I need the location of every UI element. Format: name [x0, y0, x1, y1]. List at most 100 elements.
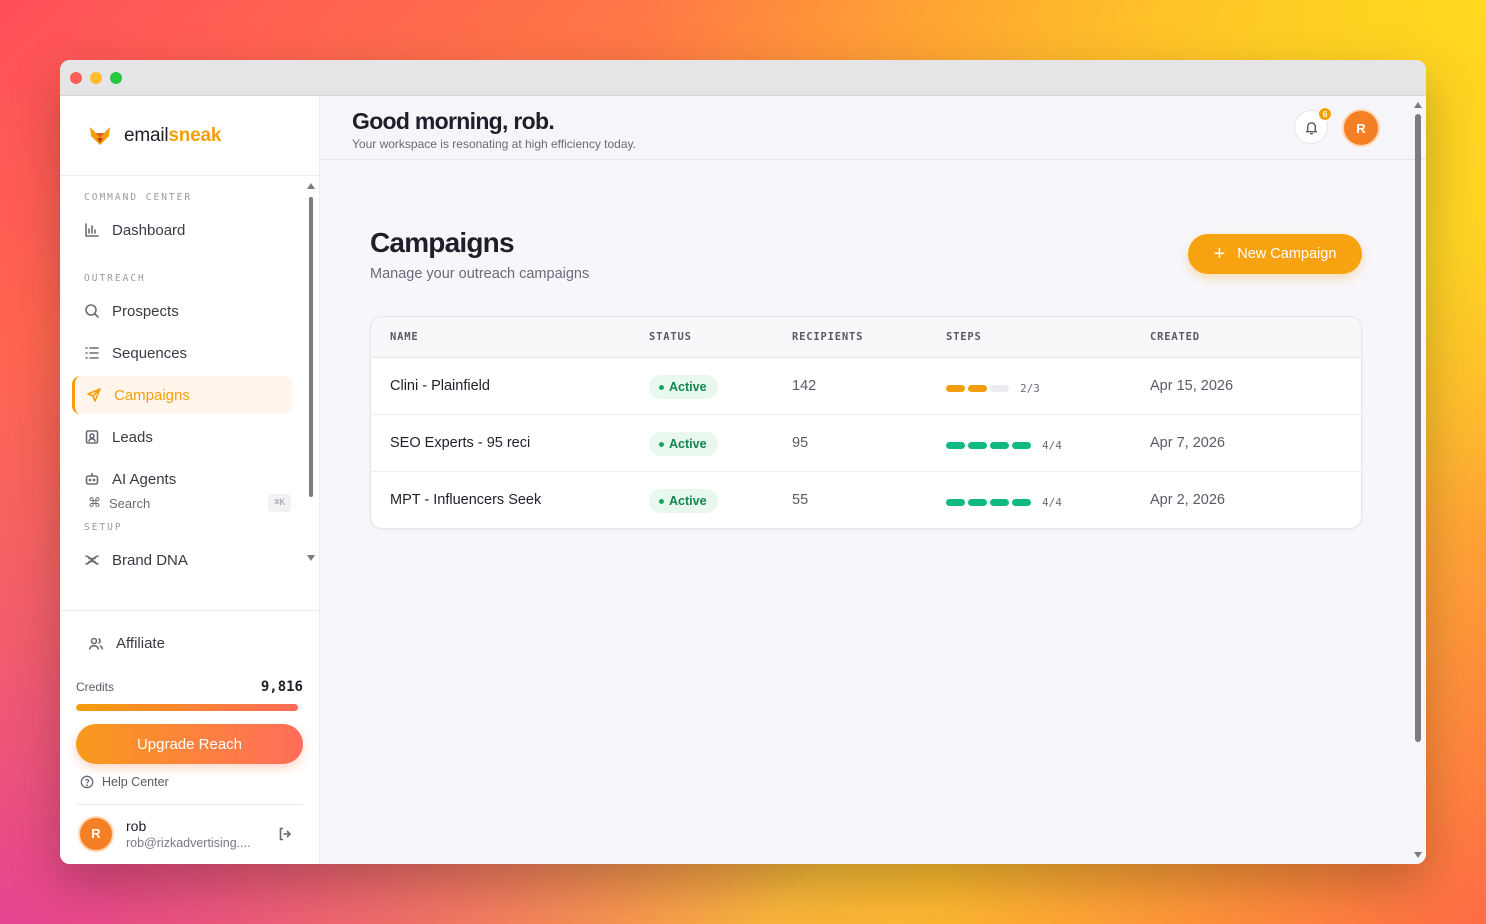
help-circle-icon	[80, 775, 94, 789]
greeting-title: Good morning, rob.	[352, 108, 555, 134]
search-shortcut: ⌘K	[268, 494, 291, 512]
app-window: emailsneak COMMAND CENTER Dashboard OUTR…	[60, 60, 1426, 864]
contact-icon	[85, 430, 99, 444]
status-badge: Active	[649, 432, 718, 456]
table-row[interactable]: MPT - Influencers Seek Active 55 4/4 Apr…	[371, 472, 1361, 528]
close-window-button[interactable]	[70, 71, 82, 84]
sidebar-item-campaigns[interactable]: Campaigns	[72, 376, 292, 414]
notifications-button[interactable]: 6	[1294, 107, 1332, 144]
sidebar-item-label: Brand DNA	[112, 551, 188, 569]
scrollbar-thumb[interactable]	[309, 197, 313, 497]
bot-icon	[85, 472, 99, 485]
step-segment	[968, 499, 987, 506]
brand-name: emailsneak	[124, 124, 222, 146]
campaign-name[interactable]: MPT - Influencers Seek	[390, 492, 541, 508]
credits-row: Credits 9,816	[76, 679, 303, 695]
step-segment	[990, 442, 1009, 449]
bar-chart-icon	[85, 223, 99, 237]
steps-progress: 4/4	[946, 439, 1062, 452]
column-header-status[interactable]: STATUS	[649, 331, 692, 343]
recipients-count: 55	[792, 492, 809, 508]
send-icon	[87, 388, 101, 402]
users-icon	[88, 637, 104, 650]
maximize-window-button[interactable]	[110, 71, 122, 84]
main-content: Good morning, rob. Your workspace is res…	[320, 96, 1426, 864]
section-label-command-center: COMMAND CENTER	[84, 192, 193, 203]
steps-label: 4/4	[1042, 439, 1062, 452]
notification-badge: 6	[1318, 107, 1332, 121]
avatar[interactable]: R	[1342, 109, 1380, 147]
new-campaign-label: New Campaign	[1237, 246, 1337, 262]
table-row[interactable]: Clini - Plainfield Active 142 2/3 Apr 15…	[371, 358, 1361, 415]
user-email: rob@rizkadvertising....	[126, 835, 251, 850]
step-segment	[990, 499, 1009, 506]
sidebar-item-dashboard[interactable]: Dashboard	[72, 211, 292, 249]
command-icon: ⌘	[88, 495, 101, 510]
steps-label: 2/3	[1020, 382, 1040, 395]
bell-icon	[1304, 121, 1318, 135]
campaign-name[interactable]: SEO Experts - 95 reci	[390, 435, 530, 451]
avatar: R	[78, 815, 114, 852]
user-info: rob rob@rizkadvertising....	[126, 818, 256, 850]
list-icon	[85, 347, 99, 359]
column-header-recipients[interactable]: RECIPIENTS	[792, 331, 863, 343]
sidebar-item-ai-agents[interactable]: AI Agents	[72, 460, 292, 498]
step-segment	[946, 442, 965, 449]
sidebar-item-brand-dna[interactable]: Brand DNA	[72, 541, 292, 579]
logout-icon[interactable]	[277, 826, 293, 842]
fox-logo-icon	[90, 126, 110, 145]
scroll-down-arrow-icon[interactable]	[307, 555, 315, 561]
page-title: Campaigns	[370, 227, 515, 258]
sidebar-item-leads[interactable]: Leads	[72, 418, 292, 456]
scroll-up-arrow-icon[interactable]	[307, 183, 315, 189]
new-campaign-button[interactable]: + New Campaign	[1188, 234, 1362, 274]
recipients-count: 95	[792, 435, 809, 451]
sidebar-scrollbar[interactable]	[307, 181, 315, 565]
credits-progress-bar	[76, 704, 303, 711]
sidebar-item-label: Campaigns	[114, 386, 190, 404]
user-profile[interactable]: R rob rob@rizkadvertising....	[76, 804, 303, 862]
brand[interactable]: emailsneak	[60, 96, 319, 176]
step-segment	[968, 442, 987, 449]
step-segment	[946, 385, 965, 392]
help-center-link[interactable]: Help Center	[80, 775, 169, 789]
sidebar-item-label: Prospects	[112, 302, 179, 320]
sidebar-search[interactable]: ⌘ Search ⌘K	[88, 494, 291, 512]
sidebar-item-sequences[interactable]: Sequences	[72, 334, 292, 372]
step-segment	[990, 385, 1009, 392]
campaigns-table: NAME STATUS RECIPIENTS STEPS CREATED Cli…	[370, 316, 1362, 529]
greeting-subtitle: Your workspace is resonating at high eff…	[352, 137, 636, 151]
topbar: Good morning, rob. Your workspace is res…	[320, 96, 1426, 160]
main-scrollbar[interactable]	[1414, 100, 1422, 860]
steps-progress: 4/4	[946, 496, 1062, 509]
sidebar-item-label: AI Agents	[112, 470, 177, 488]
campaign-name[interactable]: Clini - Plainfield	[390, 378, 490, 394]
scrollbar-thumb[interactable]	[1415, 114, 1421, 742]
search-label: Search	[109, 495, 151, 511]
column-header-name[interactable]: NAME	[390, 331, 419, 343]
column-header-created[interactable]: CREATED	[1150, 331, 1200, 343]
column-header-steps[interactable]: STEPS	[946, 331, 982, 343]
scroll-down-arrow-icon[interactable]	[1414, 852, 1422, 858]
help-center-label: Help Center	[102, 775, 169, 789]
table-row[interactable]: SEO Experts - 95 reci Active 95 4/4 Apr …	[371, 415, 1361, 472]
credits-progress-fill	[76, 704, 299, 711]
steps-label: 4/4	[1042, 496, 1062, 509]
step-segment	[1012, 442, 1031, 449]
affiliate-label: Affiliate	[116, 635, 165, 652]
step-segment	[946, 499, 965, 506]
sidebar-item-affiliate[interactable]: Affiliate	[88, 635, 165, 652]
status-badge: Active	[649, 489, 718, 513]
window-titlebar	[60, 60, 1426, 96]
sidebar-item-prospects[interactable]: Prospects	[72, 292, 292, 330]
scroll-up-arrow-icon[interactable]	[1414, 102, 1422, 108]
created-date: Apr 7, 2026	[1150, 435, 1225, 451]
page-subtitle: Manage your outreach campaigns	[370, 266, 590, 282]
section-label-setup: SETUP	[84, 522, 123, 533]
upgrade-reach-button[interactable]: Upgrade Reach	[76, 724, 303, 764]
steps-progress: 2/3	[946, 382, 1040, 395]
user-name: rob	[126, 817, 147, 834]
minimize-window-button[interactable]	[90, 71, 102, 84]
created-date: Apr 2, 2026	[1150, 492, 1225, 508]
status-badge: Active	[649, 375, 718, 399]
